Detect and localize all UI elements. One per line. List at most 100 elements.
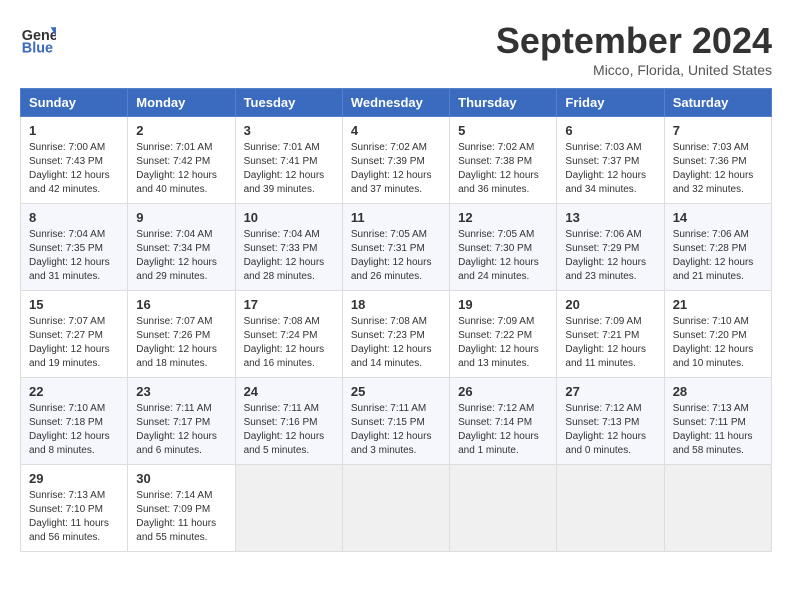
day-number: 29 [29,471,119,486]
calendar-week-row: 8 Sunrise: 7:04 AM Sunset: 7:35 PM Daylig… [21,204,772,291]
cell-info: Sunrise: 7:03 AM Sunset: 7:36 PM Dayligh… [673,141,763,197]
calendar-cell [235,465,342,552]
day-number: 6 [565,123,655,138]
calendar-cell: 11 Sunrise: 7:05 AM Sunset: 7:31 PM Dayli… [342,204,449,291]
cell-info: Sunrise: 7:08 AM Sunset: 7:23 PM Dayligh… [351,315,441,371]
calendar-week-row: 22 Sunrise: 7:10 AM Sunset: 7:18 PM Dayli… [21,378,772,465]
day-number: 24 [244,384,334,399]
calendar-cell: 24 Sunrise: 7:11 AM Sunset: 7:16 PM Dayli… [235,378,342,465]
column-header-thursday: Thursday [450,89,557,117]
month-title: September 2024 [496,20,772,62]
calendar-header-row: SundayMondayTuesdayWednesdayThursdayFrid… [21,89,772,117]
calendar-cell: 27Sunrise: 7:12 AM Sunset: 7:13 PM Dayli… [557,378,664,465]
calendar-cell: 7 Sunrise: 7:03 AM Sunset: 7:36 PM Daylig… [664,117,771,204]
day-number: 14 [673,210,763,225]
calendar-body: 1Sunrise: 7:00 AM Sunset: 7:43 PM Daylig… [21,117,772,552]
calendar-cell: 3 Sunrise: 7:01 AM Sunset: 7:41 PM Daylig… [235,117,342,204]
logo: General Blue [20,20,56,56]
day-number: 22 [29,384,119,399]
location-title: Micco, Florida, United States [496,62,772,78]
day-number: 3 [244,123,334,138]
title-area: September 2024 Micco, Florida, United St… [496,20,772,78]
calendar-week-row: 29 Sunrise: 7:13 AM Sunset: 7:10 PM Dayli… [21,465,772,552]
cell-info: Sunrise: 7:02 AM Sunset: 7:39 PM Dayligh… [351,141,441,197]
day-number: 11 [351,210,441,225]
day-number: 4 [351,123,441,138]
calendar-cell: 29 Sunrise: 7:13 AM Sunset: 7:10 PM Dayli… [21,465,128,552]
day-number: 12 [458,210,548,225]
logo-icon: General Blue [20,20,56,56]
calendar-cell: 8 Sunrise: 7:04 AM Sunset: 7:35 PM Daylig… [21,204,128,291]
cell-info: Sunrise: 7:01 AM Sunset: 7:42 PM Dayligh… [136,141,226,197]
calendar-cell: 23Sunrise: 7:11 AM Sunset: 7:17 PM Dayli… [128,378,235,465]
calendar-cell: 16 Sunrise: 7:07 AM Sunset: 7:26 PM Dayli… [128,291,235,378]
calendar-week-row: 1Sunrise: 7:00 AM Sunset: 7:43 PM Daylig… [21,117,772,204]
calendar-cell: 20 Sunrise: 7:09 AM Sunset: 7:21 PM Dayli… [557,291,664,378]
day-number: 7 [673,123,763,138]
cell-info: Sunrise: 7:11 AM Sunset: 7:15 PM Dayligh… [351,402,441,458]
cell-info: Sunrise: 7:07 AM Sunset: 7:27 PM Dayligh… [29,315,119,371]
day-number: 19 [458,297,548,312]
day-number: 16 [136,297,226,312]
day-number: 17 [244,297,334,312]
calendar-cell: 26Sunrise: 7:12 AM Sunset: 7:14 PM Dayli… [450,378,557,465]
day-number: 10 [244,210,334,225]
day-number: 1 [29,123,119,138]
cell-info: Sunrise: 7:08 AM Sunset: 7:24 PM Dayligh… [244,315,334,371]
cell-info: Sunrise: 7:06 AM Sunset: 7:29 PM Dayligh… [565,228,655,284]
day-number: 23 [136,384,226,399]
cell-info: Sunrise: 7:12 AM Sunset: 7:14 PM Dayligh… [458,402,548,458]
day-number: 8 [29,210,119,225]
calendar-cell: 25 Sunrise: 7:11 AM Sunset: 7:15 PM Dayli… [342,378,449,465]
calendar-cell [664,465,771,552]
calendar-week-row: 15 Sunrise: 7:07 AM Sunset: 7:27 PM Dayli… [21,291,772,378]
day-number: 18 [351,297,441,312]
calendar-cell: 18 Sunrise: 7:08 AM Sunset: 7:23 PM Dayli… [342,291,449,378]
column-header-wednesday: Wednesday [342,89,449,117]
cell-info: Sunrise: 7:09 AM Sunset: 7:21 PM Dayligh… [565,315,655,371]
day-number: 30 [136,471,226,486]
calendar-cell: 28 Sunrise: 7:13 AM Sunset: 7:11 PM Dayli… [664,378,771,465]
column-header-tuesday: Tuesday [235,89,342,117]
cell-info: Sunrise: 7:04 AM Sunset: 7:34 PM Dayligh… [136,228,226,284]
calendar-cell: 15 Sunrise: 7:07 AM Sunset: 7:27 PM Dayli… [21,291,128,378]
cell-info: Sunrise: 7:10 AM Sunset: 7:18 PM Dayligh… [29,402,119,458]
cell-info: Sunrise: 7:02 AM Sunset: 7:38 PM Dayligh… [458,141,548,197]
cell-info: Sunrise: 7:13 AM Sunset: 7:11 PM Dayligh… [673,402,763,458]
cell-info: Sunrise: 7:11 AM Sunset: 7:16 PM Dayligh… [244,402,334,458]
day-number: 21 [673,297,763,312]
cell-info: Sunrise: 7:13 AM Sunset: 7:10 PM Dayligh… [29,489,119,545]
calendar-cell: 19 Sunrise: 7:09 AM Sunset: 7:22 PM Dayli… [450,291,557,378]
day-number: 5 [458,123,548,138]
cell-info: Sunrise: 7:10 AM Sunset: 7:20 PM Dayligh… [673,315,763,371]
cell-info: Sunrise: 7:07 AM Sunset: 7:26 PM Dayligh… [136,315,226,371]
cell-info: Sunrise: 7:05 AM Sunset: 7:30 PM Dayligh… [458,228,548,284]
column-header-sunday: Sunday [21,89,128,117]
cell-info: Sunrise: 7:09 AM Sunset: 7:22 PM Dayligh… [458,315,548,371]
cell-info: Sunrise: 7:04 AM Sunset: 7:35 PM Dayligh… [29,228,119,284]
day-number: 9 [136,210,226,225]
calendar-cell: 22 Sunrise: 7:10 AM Sunset: 7:18 PM Dayli… [21,378,128,465]
column-header-monday: Monday [128,89,235,117]
cell-info: Sunrise: 7:04 AM Sunset: 7:33 PM Dayligh… [244,228,334,284]
cell-info: Sunrise: 7:03 AM Sunset: 7:37 PM Dayligh… [565,141,655,197]
day-number: 25 [351,384,441,399]
cell-info: Sunrise: 7:05 AM Sunset: 7:31 PM Dayligh… [351,228,441,284]
cell-info: Sunrise: 7:01 AM Sunset: 7:41 PM Dayligh… [244,141,334,197]
cell-info: Sunrise: 7:06 AM Sunset: 7:28 PM Dayligh… [673,228,763,284]
page-header: General Blue September 2024 Micco, Flori… [20,20,772,78]
calendar-cell: 13 Sunrise: 7:06 AM Sunset: 7:29 PM Dayli… [557,204,664,291]
day-number: 20 [565,297,655,312]
day-number: 27 [565,384,655,399]
calendar-cell: 1Sunrise: 7:00 AM Sunset: 7:43 PM Daylig… [21,117,128,204]
calendar-cell: 10 Sunrise: 7:04 AM Sunset: 7:33 PM Dayli… [235,204,342,291]
day-number: 15 [29,297,119,312]
calendar-cell: 9 Sunrise: 7:04 AM Sunset: 7:34 PM Daylig… [128,204,235,291]
day-number: 28 [673,384,763,399]
calendar-cell: 5 Sunrise: 7:02 AM Sunset: 7:38 PM Daylig… [450,117,557,204]
day-number: 13 [565,210,655,225]
calendar-cell [450,465,557,552]
cell-info: Sunrise: 7:14 AM Sunset: 7:09 PM Dayligh… [136,489,226,545]
calendar-cell: 12 Sunrise: 7:05 AM Sunset: 7:30 PM Dayli… [450,204,557,291]
calendar-cell: 14 Sunrise: 7:06 AM Sunset: 7:28 PM Dayli… [664,204,771,291]
